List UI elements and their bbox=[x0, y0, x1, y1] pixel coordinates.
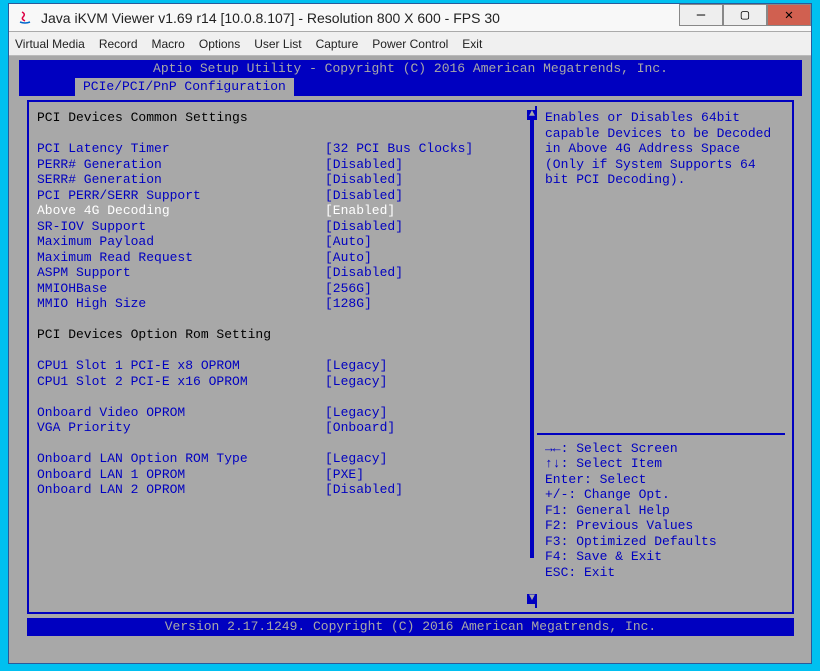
menu-virtual-media[interactable]: Virtual Media bbox=[15, 37, 85, 51]
help-pane: Enables or Disables 64bit capable Device… bbox=[535, 106, 785, 608]
section-oprom-header: PCI Devices Option Rom Setting bbox=[37, 327, 325, 343]
setting-cpu1-slot2-oprom[interactable]: CPU1 Slot 2 PCI-E x16 OPROM[Legacy] bbox=[37, 374, 527, 390]
setting-onboard-lan-rom-type[interactable]: Onboard LAN Option ROM Type[Legacy] bbox=[37, 451, 527, 467]
bios-tab-row: PCIe/PCI/PnP Configuration bbox=[19, 78, 802, 96]
menu-user-list[interactable]: User List bbox=[254, 37, 301, 51]
bios-footer: Version 2.17.1249. Copyright (C) 2016 Am… bbox=[27, 618, 794, 636]
scrollbar-track[interactable] bbox=[530, 120, 534, 558]
setting-above-4g-decoding[interactable]: Above 4G Decoding[Enabled] bbox=[37, 203, 527, 219]
menu-macro[interactable]: Macro bbox=[152, 37, 185, 51]
setting-max-payload[interactable]: Maximum Payload[Auto] bbox=[37, 234, 527, 250]
menu-options[interactable]: Options bbox=[199, 37, 240, 51]
bios-header: Aptio Setup Utility - Copyright (C) 2016… bbox=[19, 60, 802, 78]
window-title: Java iKVM Viewer v1.69 r14 [10.0.8.107] … bbox=[41, 10, 679, 26]
settings-scrollbar[interactable]: ▲ ▼ bbox=[527, 110, 537, 604]
setting-mmio-high-size[interactable]: MMIO High Size[128G] bbox=[37, 296, 527, 312]
bios-screen: Aptio Setup Utility - Copyright (C) 2016… bbox=[19, 60, 802, 658]
menu-capture[interactable]: Capture bbox=[316, 37, 359, 51]
setting-mmiohbase[interactable]: MMIOHBase[256G] bbox=[37, 281, 527, 297]
setting-serr-generation[interactable]: SERR# Generation[Disabled] bbox=[37, 172, 527, 188]
bios-body: PCI Devices Common Settings PCI Latency … bbox=[27, 100, 794, 614]
setting-vga-priority[interactable]: VGA Priority[Onboard] bbox=[37, 420, 527, 436]
setting-perr-serr-support[interactable]: PCI PERR/SERR Support[Disabled] bbox=[37, 188, 527, 204]
bios-tab-pci[interactable]: PCIe/PCI/PnP Configuration bbox=[75, 78, 294, 96]
help-text: Enables or Disables 64bit capable Device… bbox=[545, 110, 777, 188]
scroll-down-icon[interactable]: ▼ bbox=[527, 594, 537, 604]
close-button[interactable]: ✕ bbox=[767, 4, 811, 26]
kvm-window: Java iKVM Viewer v1.69 r14 [10.0.8.107] … bbox=[8, 3, 812, 664]
maximize-button[interactable]: ▢ bbox=[723, 4, 767, 26]
setting-onboard-lan2-oprom[interactable]: Onboard LAN 2 OPROM[Disabled] bbox=[37, 482, 527, 498]
menu-exit[interactable]: Exit bbox=[462, 37, 482, 51]
setting-onboard-lan1-oprom[interactable]: Onboard LAN 1 OPROM[PXE] bbox=[37, 467, 527, 483]
setting-max-read-request[interactable]: Maximum Read Request[Auto] bbox=[37, 250, 527, 266]
window-controls: — ▢ ✕ bbox=[679, 4, 811, 31]
scroll-up-icon[interactable]: ▲ bbox=[527, 110, 537, 120]
minimize-button[interactable]: — bbox=[679, 4, 723, 26]
setting-onboard-video-oprom[interactable]: Onboard Video OPROM[Legacy] bbox=[37, 405, 527, 421]
help-separator bbox=[537, 433, 785, 435]
settings-pane: PCI Devices Common Settings PCI Latency … bbox=[29, 106, 535, 608]
setting-cpu1-slot1-oprom[interactable]: CPU1 Slot 1 PCI-E x8 OPROM[Legacy] bbox=[37, 358, 527, 374]
setting-perr-generation[interactable]: PERR# Generation[Disabled] bbox=[37, 157, 527, 173]
section-common-header: PCI Devices Common Settings bbox=[37, 110, 325, 126]
titlebar[interactable]: Java iKVM Viewer v1.69 r14 [10.0.8.107] … bbox=[9, 4, 811, 32]
menu-power-control[interactable]: Power Control bbox=[372, 37, 448, 51]
setting-sriov-support[interactable]: SR-IOV Support[Disabled] bbox=[37, 219, 527, 235]
key-hints: →←: Select Screen ↑↓: Select Item Enter:… bbox=[545, 441, 777, 581]
menubar: Virtual Media Record Macro Options User … bbox=[9, 32, 811, 56]
menu-record[interactable]: Record bbox=[99, 37, 138, 51]
setting-aspm-support[interactable]: ASPM Support[Disabled] bbox=[37, 265, 527, 281]
java-icon bbox=[15, 8, 35, 28]
setting-pci-latency[interactable]: PCI Latency Timer[32 PCI Bus Clocks] bbox=[37, 141, 527, 157]
